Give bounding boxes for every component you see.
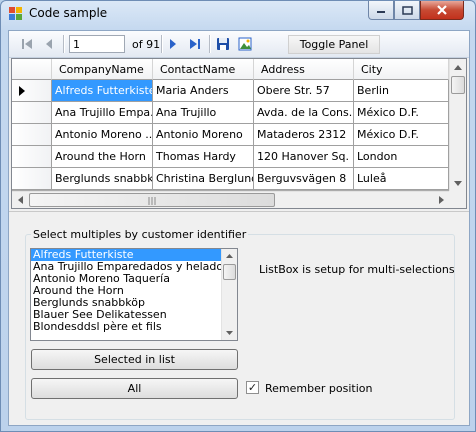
grid-cell[interactable]: Ana Trujillo Empa... (52, 102, 153, 124)
selected-in-list-button[interactable]: Selected in list (31, 349, 238, 370)
list-scroll-thumb[interactable] (223, 264, 236, 280)
grip-icon (148, 197, 156, 205)
scroll-right-button[interactable] (433, 192, 449, 208)
grid-cell[interactable]: Thomas Hardy (153, 146, 254, 168)
vertical-scroll-thumb[interactable] (451, 76, 465, 94)
grid-cell[interactable]: Ana Trujillo (153, 102, 254, 124)
row-header[interactable] (12, 102, 52, 124)
move-previous-icon (46, 39, 52, 49)
close-button[interactable] (420, 1, 464, 20)
client-area: of 91 Toggle Panel CompanyName ContactNa… (8, 30, 470, 426)
all-button[interactable]: All (31, 378, 238, 399)
close-icon (437, 5, 447, 15)
scroll-down-button[interactable] (450, 175, 466, 191)
listbox-note: ListBox is setup for multi-selections (259, 263, 455, 276)
listbox-scrollbar[interactable] (221, 249, 237, 340)
grid-cell[interactable]: Obere Str. 57 (254, 80, 354, 102)
window-title: Code sample (29, 6, 108, 20)
title-bar[interactable]: Code sample (1, 1, 475, 27)
grid-cell[interactable]: Luleå (354, 168, 449, 190)
grid-cell[interactable]: Around the Horn (52, 146, 153, 168)
grid-cell[interactable]: Mataderos 2312 (254, 124, 354, 146)
main-window: Code sample of 91 (0, 0, 476, 432)
maximize-icon (401, 5, 413, 15)
toggle-panel-button[interactable]: Toggle Panel (288, 35, 380, 54)
row-header[interactable] (12, 124, 52, 146)
grid-cell[interactable]: Berglunds snabbk... (52, 168, 153, 190)
app-icon (9, 7, 23, 21)
save-button[interactable] (215, 35, 231, 53)
splitter[interactable] (9, 211, 469, 212)
image-button[interactable] (237, 35, 253, 53)
move-last-button[interactable] (187, 35, 203, 53)
move-next-icon (170, 39, 176, 49)
save-icon (217, 38, 229, 50)
move-next-button[interactable] (165, 35, 181, 53)
grid-cell[interactable]: México D.F. (354, 102, 449, 124)
column-header-city[interactable]: City (354, 59, 449, 80)
binding-navigator: of 91 Toggle Panel (9, 31, 469, 58)
position-input[interactable] (69, 35, 125, 53)
grid-cell[interactable]: Berlin (354, 80, 449, 102)
grid-cell[interactable]: London (354, 146, 449, 168)
move-first-icon (22, 39, 32, 49)
checkmark-icon: ✓ (247, 381, 258, 394)
remember-position-checkbox[interactable]: ✓ (246, 381, 259, 394)
grid-cell[interactable]: Berguvsvägen 8 (254, 168, 354, 190)
remember-position-label[interactable]: Remember position (265, 382, 372, 395)
column-header-address[interactable]: Address (254, 59, 354, 80)
list-item[interactable]: Blondesddsl père et fils (31, 321, 237, 333)
grid-horizontal-scrollbar[interactable] (12, 191, 449, 208)
row-header[interactable] (12, 146, 52, 168)
scroll-down-icon (226, 331, 233, 335)
grid-cell[interactable]: Christina Berglund (153, 168, 254, 190)
grid-cell[interactable]: Alfreds Futterkiste (52, 80, 153, 102)
grid-cell[interactable]: Antonio Moreno ... (52, 124, 153, 146)
minimize-icon (377, 11, 385, 13)
minimize-button[interactable] (368, 1, 394, 20)
maximize-button[interactable] (394, 1, 420, 20)
scroll-left-button[interactable] (12, 192, 28, 208)
move-last-icon (190, 39, 200, 49)
list-scroll-up-button[interactable] (222, 249, 237, 263)
move-first-button[interactable] (19, 35, 35, 53)
grid-cell[interactable]: Avda. de la Cons... (254, 102, 354, 124)
grid-cell[interactable]: 120 Hanover Sq. (254, 146, 354, 168)
grid-vertical-scrollbar[interactable] (449, 59, 466, 191)
grid-cell[interactable]: México D.F. (354, 124, 449, 146)
image-icon (238, 37, 252, 51)
scroll-left-icon (17, 196, 23, 204)
scroll-down-icon (454, 180, 462, 186)
data-grid[interactable]: CompanyName ContactName Address City Alf… (11, 58, 467, 209)
column-header-contact-name[interactable]: ContactName (153, 59, 254, 80)
row-header[interactable] (12, 80, 52, 102)
column-header-company-name[interactable]: CompanyName (52, 59, 153, 80)
grid-cell[interactable]: Antonio Moreno (153, 124, 254, 146)
move-previous-button[interactable] (41, 35, 57, 53)
scroll-up-icon (226, 254, 233, 258)
grid-corner-header (12, 59, 52, 80)
row-header[interactable] (12, 168, 52, 190)
current-row-arrow-icon (19, 86, 25, 96)
group-title: Select multiples by customer identifier (31, 228, 249, 241)
scrollbar-corner (449, 191, 466, 208)
scroll-up-button[interactable] (450, 59, 466, 75)
count-label: of 91 (132, 38, 161, 51)
scroll-up-icon (454, 64, 462, 70)
list-scroll-down-button[interactable] (222, 326, 237, 340)
horizontal-scroll-thumb[interactable] (29, 193, 275, 207)
grid-cell[interactable]: Maria Anders (153, 80, 254, 102)
customer-listbox[interactable]: Alfreds Futterkiste Ana Trujillo Empared… (30, 248, 238, 341)
scroll-right-icon (438, 196, 444, 204)
